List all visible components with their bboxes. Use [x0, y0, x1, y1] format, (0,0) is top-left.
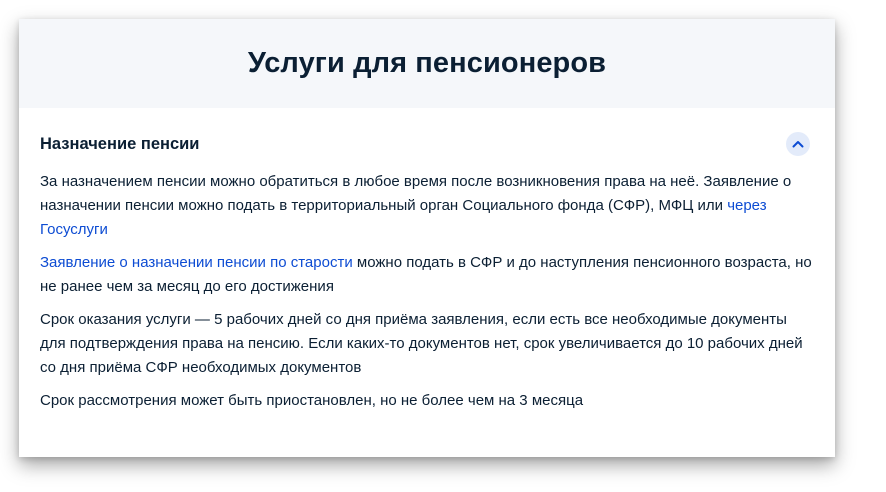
accordion-title: Назначение пенсии: [40, 134, 200, 153]
paragraph-how-to-apply: За назначением пенсии можно обратиться в…: [40, 170, 814, 242]
collapse-button[interactable]: [786, 132, 810, 156]
paragraph-service-term: Срок оказания услуги — 5 рабочих дней со…: [40, 308, 814, 380]
accordion-section-pension: Назначение пенсии За назначением пенсии …: [19, 122, 835, 413]
paragraph-text: За назначением пенсии можно обратиться в…: [40, 173, 792, 214]
accordion-header[interactable]: Назначение пенсии: [40, 122, 814, 166]
card-header: Услуги для пенсионеров: [19, 19, 835, 108]
old-age-pension-application-link[interactable]: Заявление о назначении пенсии по старост…: [40, 254, 353, 271]
chevron-up-icon: [792, 141, 804, 148]
paragraph-old-age-application: Заявление о назначении пенсии по старост…: [40, 251, 814, 299]
services-card: Услуги для пенсионеров Назначение пенсии…: [19, 19, 835, 457]
paragraph-text: Срок оказания услуги — 5 рабочих дней со…: [40, 311, 803, 376]
paragraph-text: Срок рассмотрения может быть приостановл…: [40, 392, 584, 409]
paragraph-suspension: Срок рассмотрения может быть приостановл…: [40, 389, 814, 413]
page-title: Услуги для пенсионеров: [247, 47, 607, 79]
